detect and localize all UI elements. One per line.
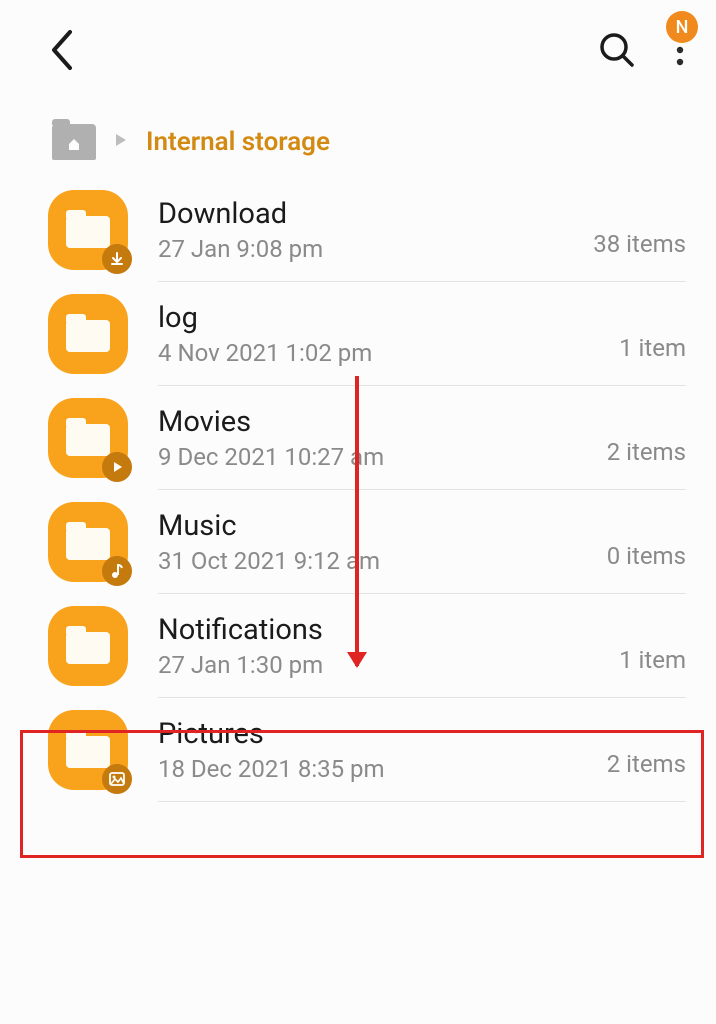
more-menu-button[interactable]: N bbox=[676, 33, 684, 71]
folder-row[interactable]: Music 31 Oct 2021 9:12 am0 items bbox=[0, 490, 716, 594]
folder-icon bbox=[48, 710, 128, 790]
home-folder-icon[interactable] bbox=[52, 124, 96, 160]
folder-row-main: Movies 9 Dec 2021 10:27 am bbox=[158, 405, 607, 471]
avatar-letter: N bbox=[676, 17, 689, 38]
folder-row[interactable]: Pictures 18 Dec 2021 8:35 pm2 items bbox=[0, 698, 716, 802]
folder-name: Notifications bbox=[158, 613, 619, 647]
search-icon bbox=[598, 31, 636, 69]
row-divider bbox=[158, 801, 686, 802]
folder-item-count: 1 item bbox=[619, 646, 686, 686]
folder-item-count: 2 items bbox=[607, 750, 686, 790]
folder-item-count: 38 items bbox=[593, 230, 686, 270]
house-icon bbox=[67, 137, 81, 151]
play-badge-icon bbox=[102, 452, 132, 482]
folder-date: 18 Dec 2021 8:35 pm bbox=[158, 755, 607, 783]
breadcrumb-separator-icon bbox=[114, 132, 128, 153]
folder-row[interactable]: log 4 Nov 2021 1:02 pm1 item bbox=[0, 282, 716, 386]
folder-icon bbox=[48, 294, 128, 374]
folder-date: 27 Jan 9:08 pm bbox=[158, 235, 593, 263]
folder-row[interactable]: Notifications 27 Jan 1:30 pm1 item bbox=[0, 594, 716, 698]
folder-row-main: Notifications 27 Jan 1:30 pm bbox=[158, 613, 619, 679]
folder-icon bbox=[48, 190, 128, 270]
back-button[interactable] bbox=[48, 28, 76, 76]
search-button[interactable] bbox=[598, 31, 636, 73]
folder-row-main: Pictures 18 Dec 2021 8:35 pm bbox=[158, 717, 607, 783]
folder-item-count: 1 item bbox=[619, 334, 686, 374]
folder-name: Pictures bbox=[158, 717, 607, 751]
folder-date: 31 Oct 2021 9:12 am bbox=[158, 547, 607, 575]
breadcrumb-current[interactable]: Internal storage bbox=[146, 127, 330, 157]
folder-row[interactable]: Movies 9 Dec 2021 10:27 am2 items bbox=[0, 386, 716, 490]
folder-icon bbox=[48, 606, 128, 686]
breadcrumb: Internal storage bbox=[0, 96, 716, 178]
folder-name: Movies bbox=[158, 405, 607, 439]
folder-date: 9 Dec 2021 10:27 am bbox=[158, 443, 607, 471]
top-bar: N bbox=[0, 0, 716, 96]
folder-row[interactable]: Download 27 Jan 9:08 pm38 items bbox=[0, 178, 716, 282]
music-badge-icon bbox=[102, 556, 132, 586]
image-badge-icon bbox=[102, 764, 132, 794]
folder-name: Download bbox=[158, 197, 593, 231]
account-avatar[interactable]: N bbox=[666, 11, 698, 43]
chevron-left-icon bbox=[48, 28, 76, 72]
folder-icon bbox=[48, 398, 128, 478]
folder-name: Music bbox=[158, 509, 607, 543]
folder-name: log bbox=[158, 301, 619, 335]
folder-date: 4 Nov 2021 1:02 pm bbox=[158, 339, 619, 367]
folder-item-count: 0 items bbox=[607, 542, 686, 582]
folder-list: Download 27 Jan 9:08 pm38 items log 4 Nov 2… bbox=[0, 178, 716, 802]
folder-row-main: log 4 Nov 2021 1:02 pm bbox=[158, 301, 619, 367]
folder-date: 27 Jan 1:30 pm bbox=[158, 651, 619, 679]
folder-row-main: Download 27 Jan 9:08 pm bbox=[158, 197, 593, 263]
folder-icon bbox=[48, 502, 128, 582]
folder-row-main: Music 31 Oct 2021 9:12 am bbox=[158, 509, 607, 575]
folder-item-count: 2 items bbox=[607, 438, 686, 478]
download-badge-icon bbox=[102, 244, 132, 274]
